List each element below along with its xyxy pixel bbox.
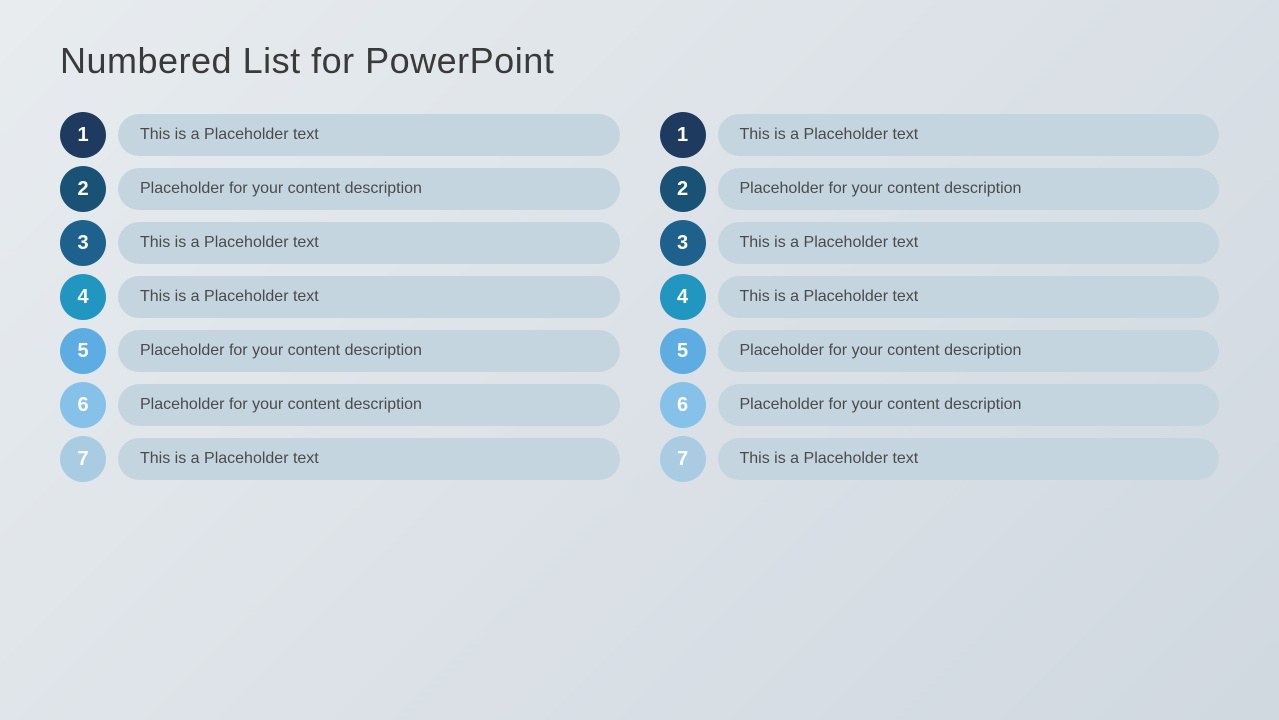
number-circle: 4 bbox=[60, 274, 106, 320]
text-pill: This is a Placeholder text bbox=[118, 114, 620, 156]
list-item: 2 Placeholder for your content descriptio… bbox=[660, 166, 1220, 212]
number-circle: 4 bbox=[660, 274, 706, 320]
text-pill: This is a Placeholder text bbox=[718, 438, 1220, 480]
number-circle: 1 bbox=[660, 112, 706, 158]
text-pill: This is a Placeholder text bbox=[118, 276, 620, 318]
list-item: 3 This is a Placeholder text bbox=[660, 220, 1220, 266]
number-circle: 2 bbox=[660, 166, 706, 212]
list-item: 1 This is a Placeholder text bbox=[60, 112, 620, 158]
number-circle: 3 bbox=[660, 220, 706, 266]
list-item: 6 Placeholder for your content descriptio… bbox=[60, 382, 620, 428]
number-circle: 5 bbox=[660, 328, 706, 374]
text-pill: Placeholder for your content description bbox=[718, 168, 1220, 210]
number-circle: 6 bbox=[660, 382, 706, 428]
right-column: 1 This is a Placeholder text 2 Placeholder … bbox=[660, 112, 1220, 690]
number-circle: 1 bbox=[60, 112, 106, 158]
slide: Numbered List for PowerPoint 1 This is a … bbox=[0, 0, 1279, 720]
number-circle: 5 bbox=[60, 328, 106, 374]
page-title: Numbered List for PowerPoint bbox=[60, 40, 1219, 82]
text-pill: Placeholder for your content description bbox=[718, 384, 1220, 426]
text-pill: This is a Placeholder text bbox=[718, 276, 1220, 318]
text-pill: This is a Placeholder text bbox=[118, 222, 620, 264]
text-pill: Placeholder for your content description bbox=[118, 384, 620, 426]
content-area: 1 This is a Placeholder text 2 Placeholder … bbox=[60, 112, 1219, 690]
list-item: 4 This is a Placeholder text bbox=[660, 274, 1220, 320]
number-circle: 3 bbox=[60, 220, 106, 266]
text-pill: This is a Placeholder text bbox=[718, 114, 1220, 156]
text-pill: Placeholder for your content description bbox=[718, 330, 1220, 372]
list-item: 1 This is a Placeholder text bbox=[660, 112, 1220, 158]
number-circle: 7 bbox=[660, 436, 706, 482]
list-item: 4 This is a Placeholder text bbox=[60, 274, 620, 320]
list-item: 5 Placeholder for your content descriptio… bbox=[60, 328, 620, 374]
number-circle: 7 bbox=[60, 436, 106, 482]
list-item: 5 Placeholder for your content descriptio… bbox=[660, 328, 1220, 374]
text-pill: This is a Placeholder text bbox=[718, 222, 1220, 264]
left-column: 1 This is a Placeholder text 2 Placeholder … bbox=[60, 112, 620, 690]
list-item: 7 This is a Placeholder text bbox=[60, 436, 620, 482]
list-item: 6 Placeholder for your content descriptio… bbox=[660, 382, 1220, 428]
text-pill: Placeholder for your content description bbox=[118, 330, 620, 372]
text-pill: Placeholder for your content description bbox=[118, 168, 620, 210]
number-circle: 6 bbox=[60, 382, 106, 428]
list-item: 2 Placeholder for your content descriptio… bbox=[60, 166, 620, 212]
list-item: 3 This is a Placeholder text bbox=[60, 220, 620, 266]
list-item: 7 This is a Placeholder text bbox=[660, 436, 1220, 482]
text-pill: This is a Placeholder text bbox=[118, 438, 620, 480]
number-circle: 2 bbox=[60, 166, 106, 212]
